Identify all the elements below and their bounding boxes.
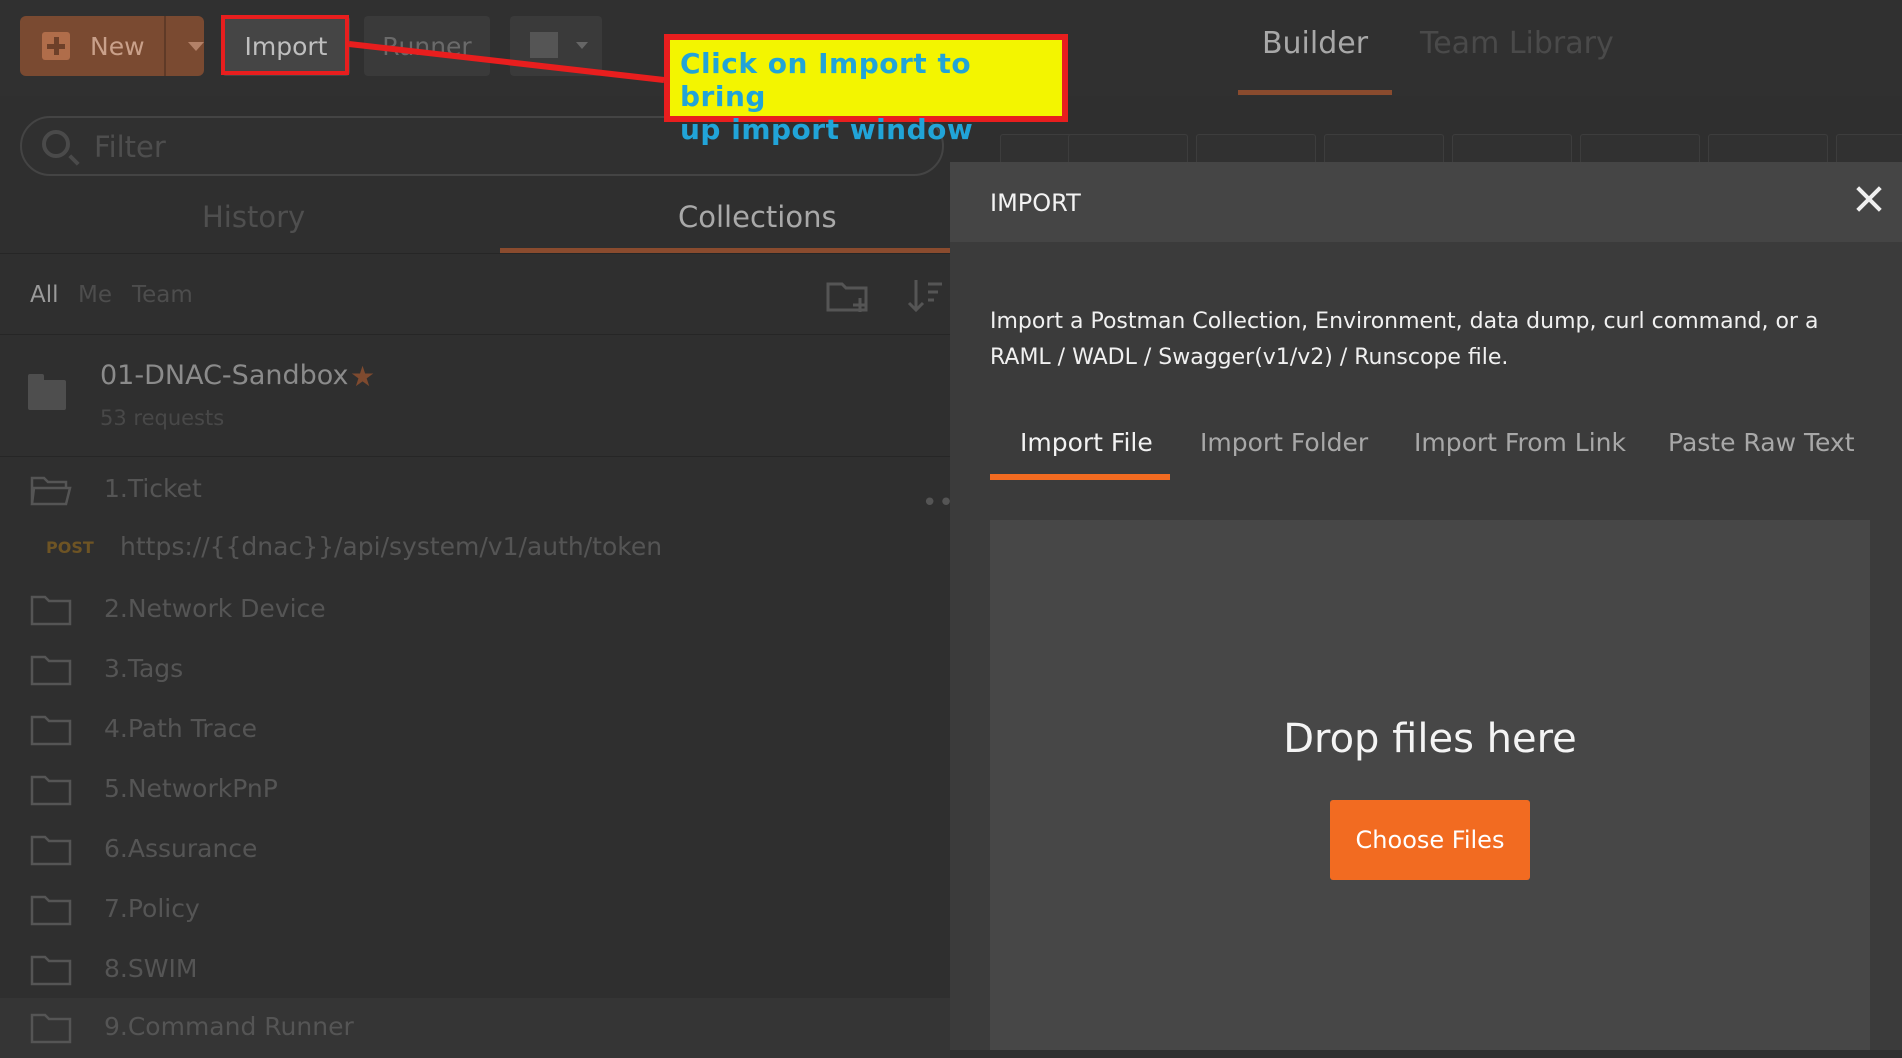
sidebar-item-folder[interactable]: 5.NetworkPnP — [0, 760, 950, 820]
folder-icon — [30, 595, 72, 626]
sidebar-item-label: 6.Assurance — [104, 834, 258, 863]
filter-team[interactable]: Team — [132, 282, 193, 308]
tab-import-file[interactable]: Import File — [1020, 428, 1153, 457]
folder-icon — [30, 895, 72, 926]
close-icon[interactable] — [1854, 184, 1884, 214]
request-tab[interactable] — [1324, 134, 1444, 165]
folder-icon — [30, 835, 72, 866]
new-window-button[interactable] — [510, 16, 602, 76]
request-tab[interactable] — [1580, 134, 1700, 165]
new-button-label: New — [90, 31, 145, 61]
tab-import-from-link[interactable]: Import From Link — [1414, 428, 1626, 457]
sidebar-item-folder[interactable]: 2.Network Device — [0, 580, 950, 640]
request-tab[interactable] — [1836, 134, 1902, 165]
tab-builder[interactable]: Builder — [1238, 26, 1392, 61]
sidebar-item-label: 7.Policy — [104, 894, 200, 923]
sidebar-item-folder[interactable]: 6.Assurance — [0, 820, 950, 880]
sidebar-item-folder[interactable]: 9.Command Runner — [0, 998, 950, 1058]
tab-builder-underline — [1238, 90, 1392, 95]
divider — [0, 253, 950, 254]
import-modal-title: IMPORT — [990, 189, 1081, 217]
divider — [0, 334, 950, 335]
choose-files-button[interactable]: Choose Files — [1330, 800, 1530, 880]
request-tab[interactable] — [1452, 134, 1572, 165]
import-highlight-box — [221, 15, 349, 75]
divider — [0, 456, 950, 457]
tab-collections[interactable]: Collections — [678, 200, 837, 234]
new-collection-icon[interactable] — [826, 278, 872, 314]
request-tab[interactable] — [1708, 134, 1828, 165]
sidebar-item-label: 5.NetworkPnP — [104, 774, 278, 803]
sidebar-item-folder[interactable]: 4.Path Trace — [0, 700, 950, 760]
folder-icon — [30, 715, 72, 746]
sidebar-item-folder[interactable]: 8.SWIM — [0, 940, 950, 1000]
sidebar-item-label: 3.Tags — [104, 654, 184, 683]
folder-open-icon — [30, 476, 72, 506]
sidebar-item-label: 2.Network Device — [104, 594, 326, 623]
sidebar-item-folder[interactable]: 3.Tags — [0, 640, 950, 700]
star-icon[interactable]: ★ — [350, 360, 375, 393]
request-tab[interactable] — [1068, 134, 1188, 165]
sidebar-item-label: 1.Ticket — [104, 474, 202, 503]
sidebar-item-label: 4.Path Trace — [104, 714, 258, 743]
folder-icon — [30, 775, 72, 806]
tab-history[interactable]: History — [202, 200, 305, 234]
new-button[interactable]: New — [20, 16, 204, 76]
runner-button[interactable]: Runner — [364, 16, 490, 76]
chevron-down-icon[interactable] — [188, 42, 204, 51]
collection-name[interactable]: 01-DNAC-Sandbox — [100, 360, 348, 391]
tab-team-library[interactable]: Team Library — [1420, 26, 1614, 61]
folder-icon — [30, 655, 72, 686]
annotation-line-2: up import window — [680, 113, 974, 146]
filter-all[interactable]: All — [30, 282, 59, 308]
tab-import-folder[interactable]: Import Folder — [1200, 428, 1368, 457]
new-window-icon — [530, 32, 558, 58]
sidebar-item-label: 9.Command Runner — [104, 1012, 354, 1041]
new-button-divider — [164, 16, 166, 76]
filter-me[interactable]: Me — [78, 282, 112, 308]
file-drop-zone[interactable] — [990, 520, 1870, 1050]
sidebar-item-label: 8.SWIM — [104, 954, 198, 983]
sidebar-item-folder[interactable]: 1.Ticket — [0, 460, 950, 520]
folder-icon — [30, 955, 72, 986]
import-modal-header — [950, 162, 1902, 242]
request-tab[interactable] — [1196, 134, 1316, 165]
import-description: Import a Postman Collection, Environment… — [990, 309, 1819, 370]
sidebar-item-request[interactable]: POST https://{{dnac}}/api/system/v1/auth… — [0, 520, 950, 580]
sidebar-item-folder[interactable]: 7.Policy — [0, 880, 950, 940]
collection-request-count: 53 requests — [100, 406, 225, 430]
tab-paste-raw-text[interactable]: Paste Raw Text — [1668, 428, 1855, 457]
plus-icon — [42, 32, 70, 60]
active-tab-underline — [990, 474, 1170, 480]
request-method-badge: POST — [46, 538, 94, 557]
request-url: https://{{dnac}}/api/system/v1/auth/toke… — [120, 532, 663, 561]
folder-icon — [30, 1013, 72, 1044]
annotation-callout: Click on Import to bring up import windo… — [664, 34, 1068, 146]
drop-files-text: Drop files here — [1283, 716, 1577, 762]
collection-folder-icon — [28, 374, 66, 410]
annotation-line-1: Click on Import to bring — [680, 47, 972, 113]
sort-icon[interactable] — [906, 276, 946, 316]
search-icon — [42, 130, 70, 158]
chevron-down-icon — [576, 42, 588, 49]
